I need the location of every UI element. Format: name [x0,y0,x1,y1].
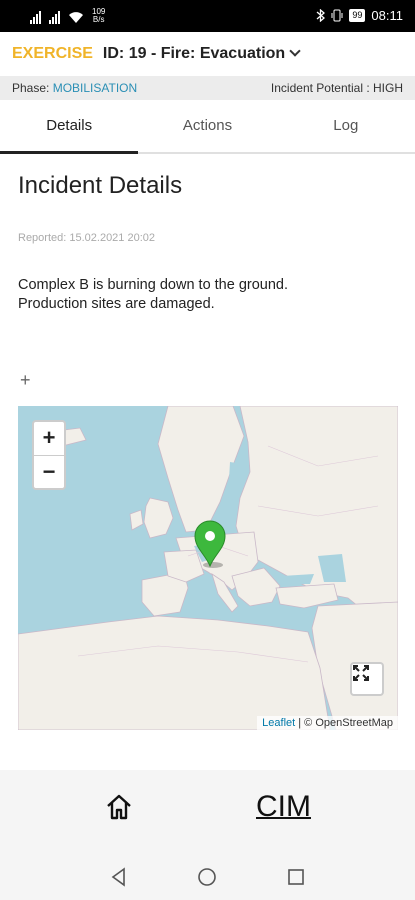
page-title: Incident Details [18,172,183,199]
net-speed: 109 B/s [92,7,106,24]
bottom-nav: CIM [0,770,415,854]
incident-potential: Incident Potential : HIGH [270,81,403,95]
square-icon[interactable] [285,866,307,888]
signal-icon [30,11,41,24]
battery-icon: 99 [349,9,366,22]
reported-timestamp: Reported: 15.02.2021 20:02 [18,232,156,244]
tab-bar: Details Actions Log [0,100,415,154]
phase-value: MOBILISATION [52,81,138,95]
home-icon[interactable] [104,792,134,822]
phase-bar: Phase: MOBILISATION Incident Potential :… [0,76,415,100]
add-button[interactable]: + [20,370,31,391]
mode-label: EXERCISE [12,45,93,62]
leaflet-link[interactable]: Leaflet [262,717,295,729]
chevron-down-icon[interactable] [289,45,301,57]
map-attribution: Leaflet | © OpenStreetMap [257,716,398,730]
bluetooth-icon [316,9,326,22]
status-bar: 109 B/s 99 08:11 [0,0,415,32]
map-tiles [18,406,398,730]
tab-details[interactable]: Details [0,100,139,154]
incident-title[interactable]: ID: 19 - Fire: Evacuation [103,45,285,63]
incident-description: Complex B is burning down to the ground.… [18,277,289,312]
fullscreen-icon[interactable] [350,662,384,696]
vibrate-icon [331,9,343,22]
wifi-icon [69,12,83,23]
phase-label: Phase: [12,81,50,95]
incident-header[interactable]: EXERCISE ID: 19 - Fire: Evacuation [0,32,415,76]
cim-brand-link[interactable]: CIM [256,790,311,824]
zoom-out-button[interactable]: − [34,455,64,488]
system-nav-bar [0,854,415,900]
zoom-control: + − [32,420,66,490]
osm-attribution: | © OpenStreetMap [295,717,393,729]
phase-info: Phase: MOBILISATION [12,81,137,95]
clock: 08:11 [371,8,403,23]
tab-actions[interactable]: Actions [138,100,276,152]
zoom-in-button[interactable]: + [34,422,64,455]
circle-icon[interactable] [196,866,218,888]
tab-log[interactable]: Log [277,100,415,152]
status-left: 109 B/s [30,6,105,24]
status-right: 99 08:11 [316,8,403,23]
back-icon[interactable] [108,866,130,888]
map-marker-icon[interactable] [193,520,227,568]
signal-icon-2 [49,11,60,24]
incident-map[interactable]: + − Leaflet | © OpenStreetMap [18,406,398,730]
